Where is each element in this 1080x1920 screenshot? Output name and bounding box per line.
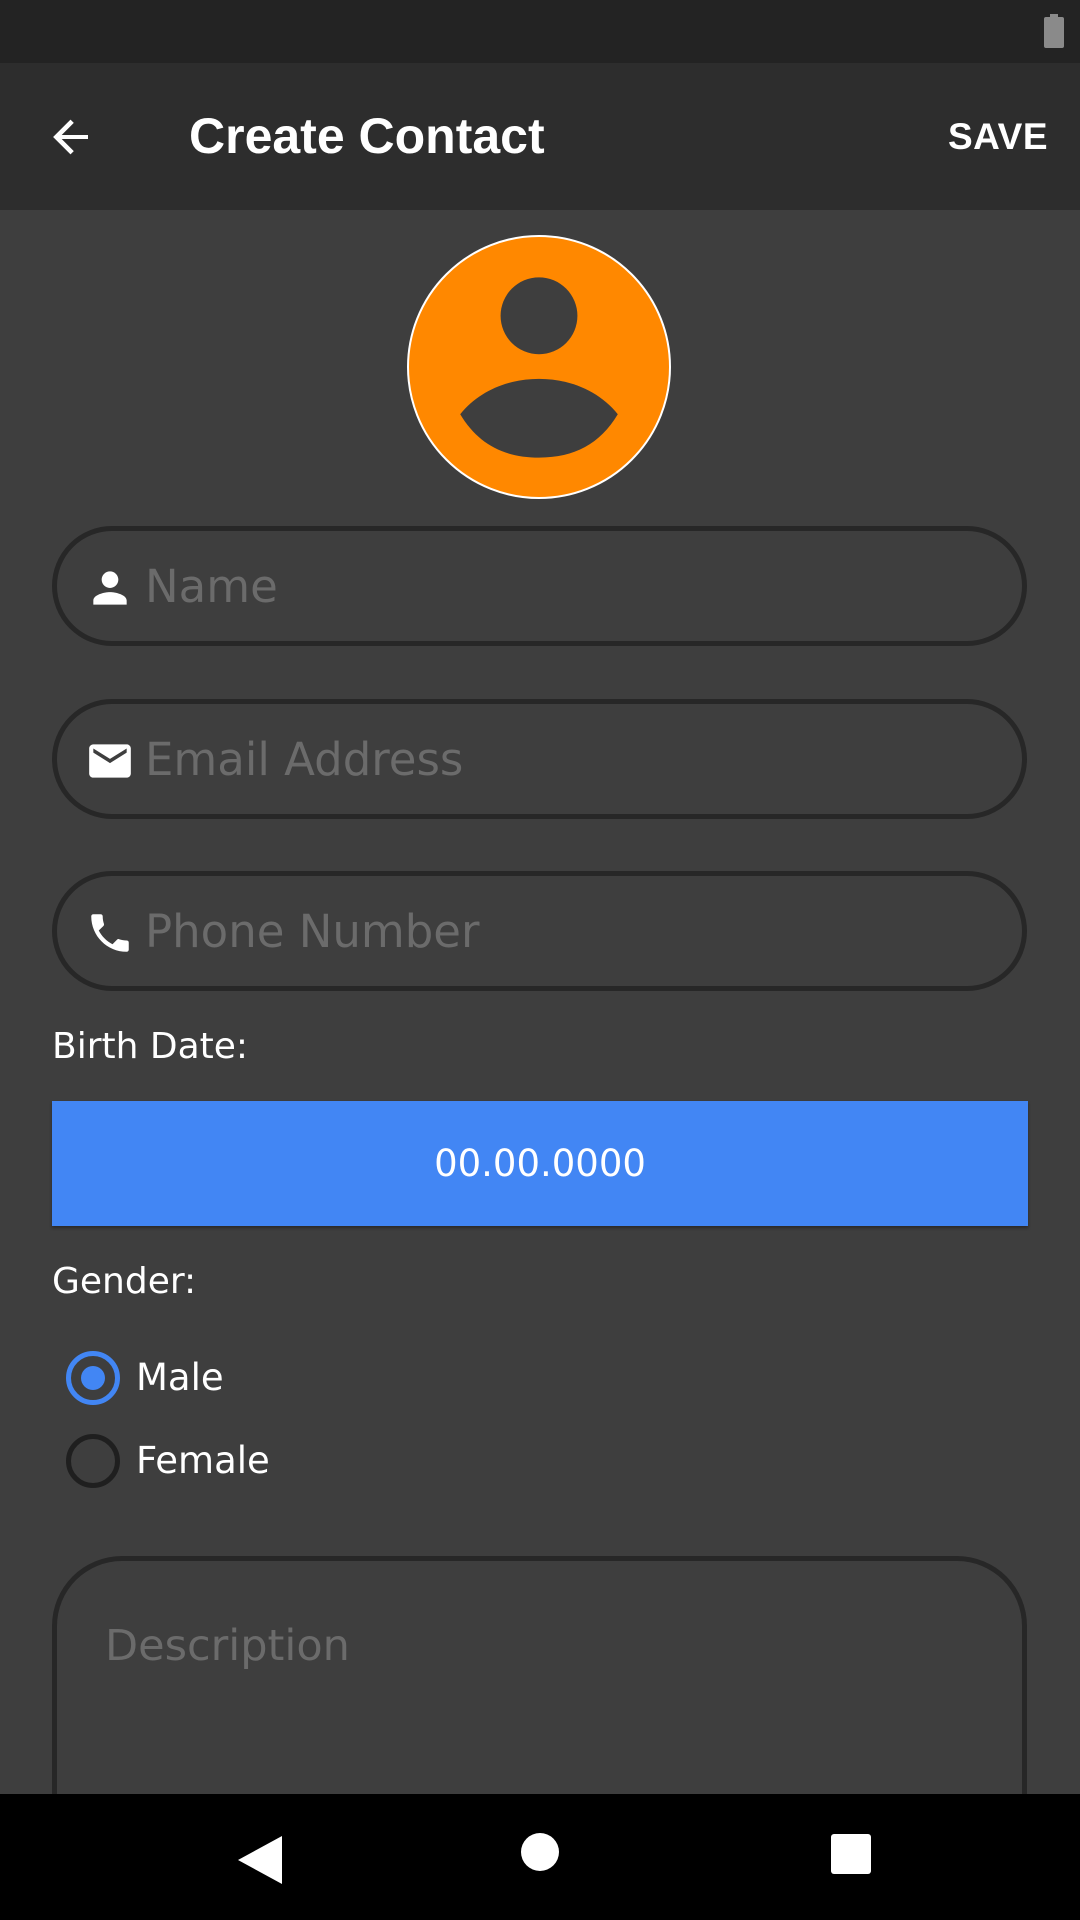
email-input[interactable] <box>145 704 1005 814</box>
radio-female-label: Female <box>136 1439 270 1482</box>
app-bar: Create Contact SAVE <box>0 63 1080 210</box>
nav-recents-icon[interactable] <box>831 1834 871 1874</box>
status-bar <box>0 0 1080 63</box>
phone-field[interactable] <box>52 871 1027 991</box>
name-field[interactable] <box>52 526 1027 646</box>
navigation-bar <box>0 1794 1080 1920</box>
email-field[interactable] <box>52 699 1027 819</box>
contact-avatar[interactable] <box>407 235 671 499</box>
mail-icon <box>89 744 131 778</box>
nav-home-icon[interactable] <box>521 1833 559 1871</box>
save-button[interactable]: SAVE <box>948 63 1048 210</box>
description-input[interactable] <box>105 1621 985 1771</box>
birth-date-label: Birth Date: <box>52 1026 249 1067</box>
back-arrow-icon[interactable] <box>48 113 96 161</box>
person-icon <box>93 571 127 605</box>
phone-input[interactable] <box>145 876 1005 986</box>
battery-icon <box>1044 14 1064 48</box>
nav-back-icon[interactable] <box>238 1836 282 1884</box>
radio-female[interactable] <box>66 1434 120 1488</box>
page-title: Create Contact <box>189 108 545 164</box>
radio-male[interactable] <box>66 1351 120 1405</box>
radio-male-label: Male <box>136 1356 224 1399</box>
account-circle-icon <box>460 277 618 458</box>
name-input[interactable] <box>145 531 1005 641</box>
phone-icon <box>91 914 129 952</box>
birth-date-button[interactable]: 00.00.0000 <box>52 1101 1028 1226</box>
gender-label: Gender: <box>52 1261 197 1302</box>
